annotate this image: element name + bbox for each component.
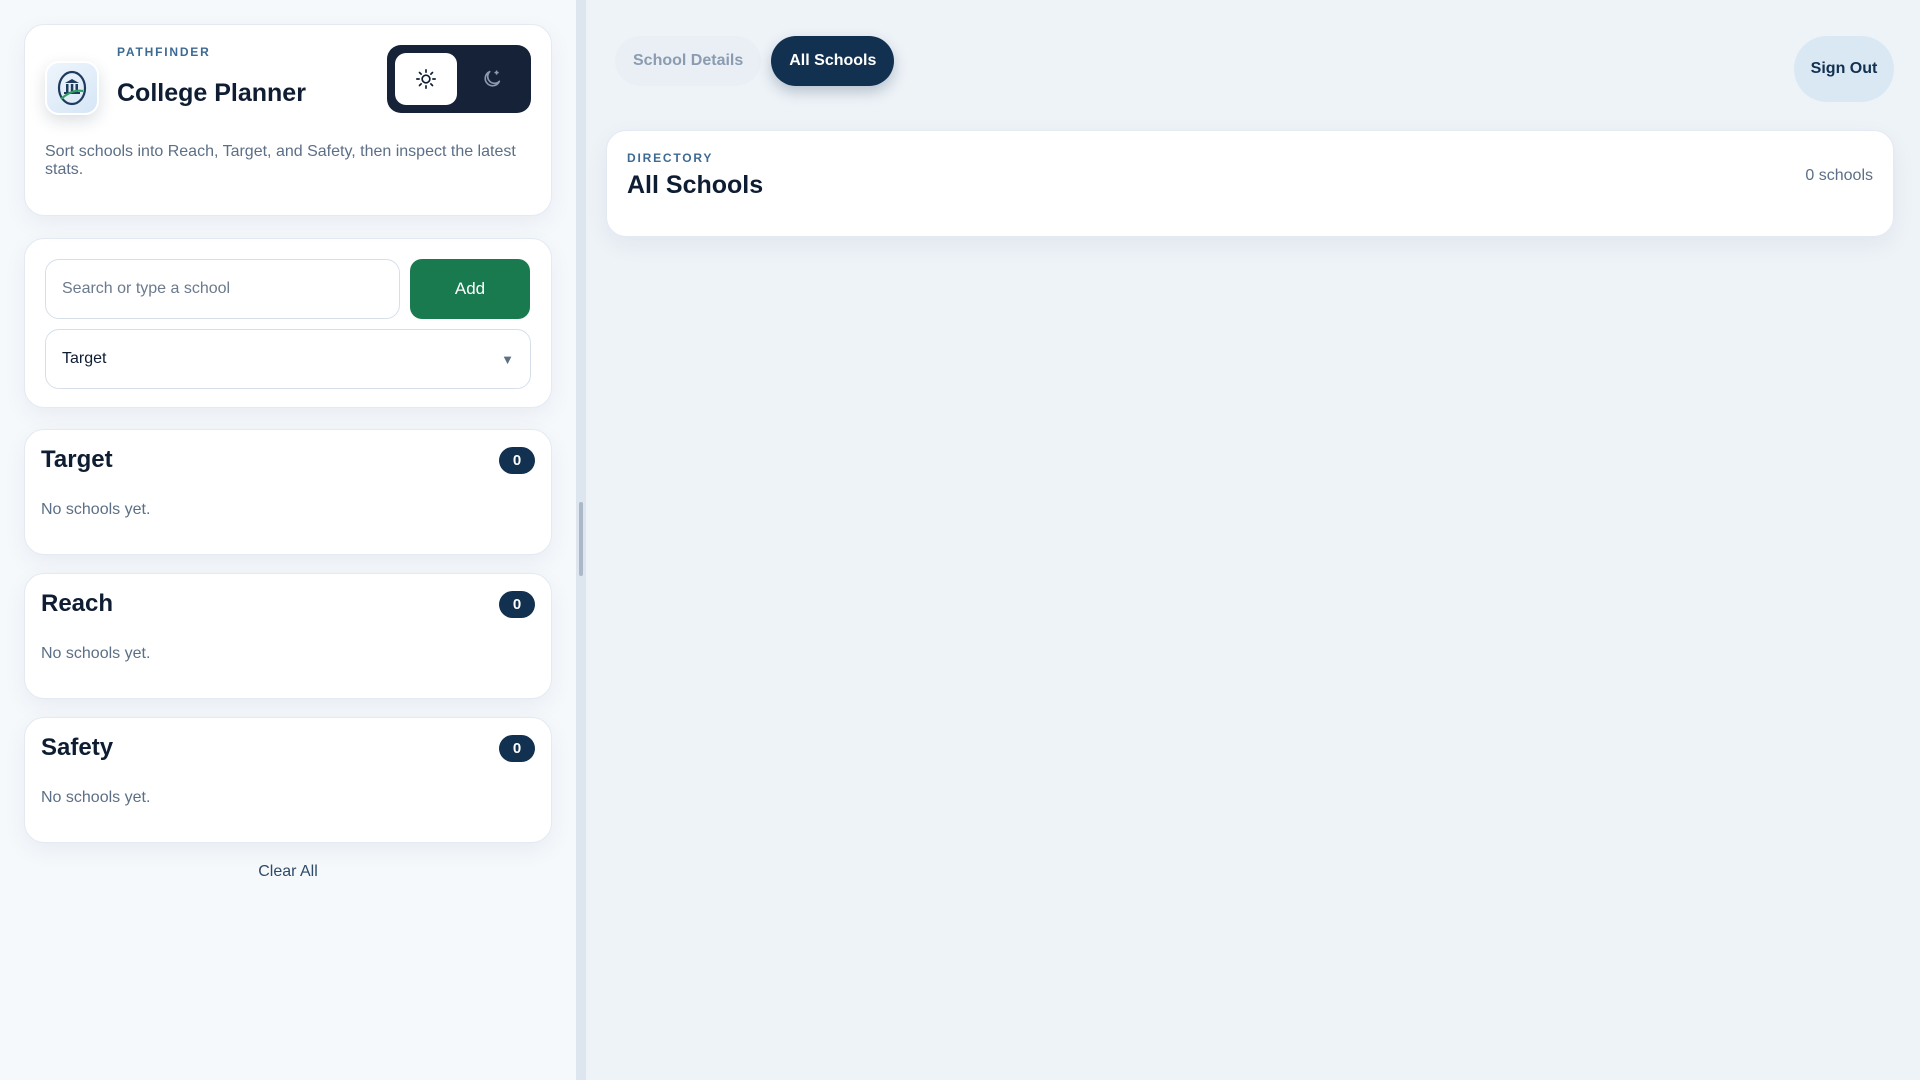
college-logo-icon (45, 61, 99, 115)
bucket-title: Safety (41, 734, 114, 761)
category-select[interactable]: Target ▼ (45, 329, 531, 389)
bucket-title: Target (41, 446, 113, 473)
bucket-reach: Reach 0 No schools yet. (24, 573, 552, 699)
resize-handle[interactable] (579, 502, 583, 576)
bucket-empty-text: No schools yet. (41, 645, 151, 662)
sidebar: PATHFINDER College Planner Sort schools … (0, 0, 576, 1080)
main-panel: School Details All Schools Sign Out DIRE… (586, 0, 1920, 1080)
bucket-empty-text: No schools yet. (41, 789, 151, 806)
input-row: Add (45, 259, 531, 319)
bucket-target: Target 0 No schools yet. (24, 429, 552, 555)
directory-title: All Schools (627, 171, 764, 199)
panel-resize-divider[interactable] (576, 0, 586, 1080)
theme-toggle (387, 45, 531, 113)
bucket-title: Reach (41, 590, 114, 617)
view-tabs: School Details All Schools (615, 36, 1894, 86)
dark-theme-button[interactable] (461, 53, 523, 105)
app-title: College Planner (117, 79, 306, 107)
light-theme-button[interactable] (395, 53, 457, 105)
bucket-count-badge: 0 (499, 734, 535, 762)
brand-card: PATHFINDER College Planner Sort schools … (24, 24, 552, 216)
brand-eyebrow: PATHFINDER (117, 45, 211, 59)
brand-text: PATHFINDER College Planner (117, 45, 306, 108)
directory-school-count: 0 schools (1805, 167, 1873, 184)
bucket-empty-text: No schools yet. (41, 501, 151, 518)
bucket-header: Target 0 (41, 446, 535, 474)
sun-icon (416, 69, 436, 89)
tab-all-schools[interactable]: All Schools (771, 36, 895, 86)
brand-description: Sort schools into Reach, Target, and Saf… (45, 143, 516, 178)
chevron-down-icon: ▼ (501, 351, 514, 367)
add-button[interactable]: Add (410, 259, 530, 319)
app-root: PATHFINDER College Planner Sort schools … (0, 0, 1920, 1080)
bucket-count-badge: 0 (499, 446, 535, 474)
sign-out-button[interactable]: Sign Out (1794, 36, 1894, 102)
clear-all-button[interactable]: Clear All (24, 863, 552, 881)
moon-icon (484, 70, 501, 87)
add-school-form: Add Target ▼ (24, 238, 552, 408)
bucket-header: Safety 0 (41, 734, 535, 762)
bucket-safety: Safety 0 No schools yet. (24, 717, 552, 843)
bucket-count-badge: 0 (499, 590, 535, 618)
school-search-input[interactable] (45, 259, 400, 319)
bucket-header: Reach 0 (41, 590, 535, 618)
tab-school-details[interactable]: School Details (615, 36, 762, 86)
directory-card: DIRECTORY All Schools 0 schools (606, 130, 1894, 237)
directory-eyebrow: DIRECTORY (627, 151, 714, 165)
category-select-value: Target (62, 350, 107, 367)
